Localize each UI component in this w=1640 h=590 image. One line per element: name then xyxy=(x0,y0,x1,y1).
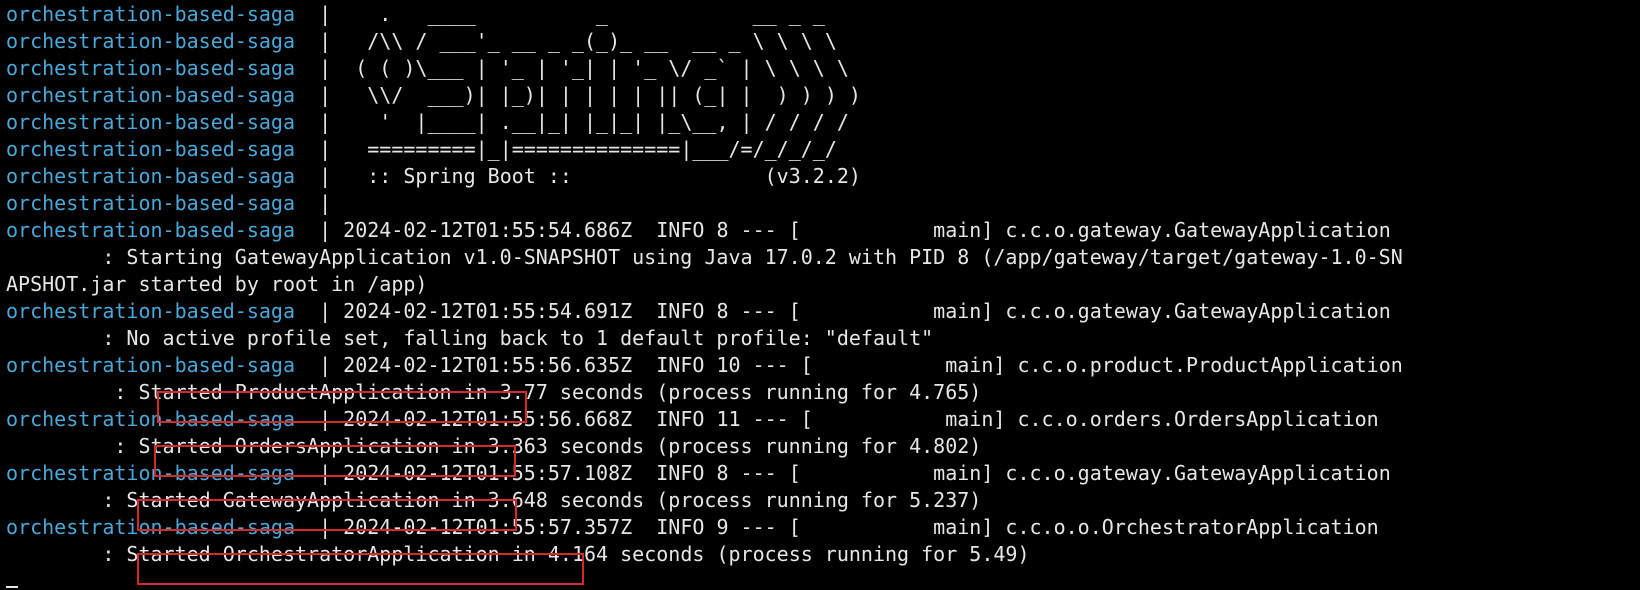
banner-line: orchestration-based-saga | \\/ ___)| |_)… xyxy=(6,81,861,109)
container-prefix: orchestration-based-saga xyxy=(6,407,295,431)
log-header: 2024-02-12T01:55:54.691Z INFO 8 --- [ ma… xyxy=(343,299,1391,323)
log-header: 2024-02-12T01:55:56.635Z INFO 10 --- [ m… xyxy=(343,353,1403,377)
log-message: : No active profile set, falling back to… xyxy=(6,326,934,350)
log-header: 2024-02-12T01:55:57.357Z INFO 9 --- [ ma… xyxy=(343,515,1379,539)
log-separator: | xyxy=(319,110,332,134)
container-prefix: orchestration-based-saga xyxy=(6,461,295,485)
banner-text: ( ( )\___ | '_ | '_| | '_ \/ _` | \ \ \ … xyxy=(343,56,849,80)
started-message: Started ProductApplication xyxy=(138,380,452,404)
container-prefix: orchestration-based-saga xyxy=(6,515,295,539)
banner-text: . ____ _ __ _ _ xyxy=(343,2,825,26)
message-prefix: : xyxy=(6,434,139,458)
container-prefix: orchestration-based-saga xyxy=(6,353,295,377)
log-separator: | xyxy=(319,515,332,539)
log-entry: orchestration-based-saga | 2024-02-12T01… xyxy=(6,459,1391,487)
log-separator: | xyxy=(319,191,332,215)
container-prefix: orchestration-based-saga xyxy=(6,299,295,323)
container-prefix: orchestration-based-saga xyxy=(6,2,295,26)
log-message: : Starting GatewayApplication v1.0-SNAPS… xyxy=(6,245,1403,269)
banner-line: orchestration-based-saga | . ____ _ __ _… xyxy=(6,0,825,28)
log-message: : Started OrchestratorApplication in 4.1… xyxy=(6,540,1030,568)
container-prefix: orchestration-based-saga xyxy=(6,137,295,161)
banner-line: orchestration-based-saga | ( ( )\___ | '… xyxy=(6,54,849,82)
banner-text: /\\ / ___'_ __ _ _(_)_ __ __ _ \ \ \ \ xyxy=(343,29,837,53)
container-prefix: orchestration-based-saga xyxy=(6,29,295,53)
log-entry: orchestration-based-saga | 2024-02-12T01… xyxy=(6,405,1379,433)
log-separator: | xyxy=(319,2,332,26)
terminal-cursor xyxy=(6,586,18,588)
container-prefix: orchestration-based-saga xyxy=(6,110,295,134)
log-message: APSHOT.jar started by root in /app) xyxy=(6,272,428,296)
log-separator: | xyxy=(319,218,332,242)
started-message: Started GatewayApplication xyxy=(126,488,440,512)
banner-text: =========|_|==============|___/=/_/_/_/ xyxy=(343,137,837,161)
log-separator: | xyxy=(319,407,332,431)
log-separator: | xyxy=(319,29,332,53)
log-separator: | xyxy=(319,83,332,107)
container-prefix: orchestration-based-saga xyxy=(6,56,295,80)
startup-timing: in 4.164 seconds (process running for 5.… xyxy=(499,542,1030,566)
message-prefix: : xyxy=(6,488,127,512)
log-separator: | xyxy=(319,56,332,80)
log-entry: orchestration-based-saga | 2024-02-12T01… xyxy=(6,297,1391,325)
message-prefix: : xyxy=(6,542,127,566)
banner-text: :: Spring Boot :: (v3.2.2) xyxy=(343,164,861,188)
log-header: 2024-02-12T01:55:54.686Z INFO 8 --- [ ma… xyxy=(343,218,1391,242)
started-message: Started OrchestratorApplication xyxy=(126,542,500,566)
banner-line: orchestration-based-saga | xyxy=(6,189,331,217)
log-separator: | xyxy=(319,353,332,377)
terminal-window[interactable]: orchestration-based-saga | . ____ _ __ _… xyxy=(0,0,1640,590)
startup-timing: in 3.648 seconds (process running for 5.… xyxy=(439,488,982,512)
log-header: 2024-02-12T01:55:57.108Z INFO 8 --- [ ma… xyxy=(343,461,1391,485)
log-entry: orchestration-based-saga | 2024-02-12T01… xyxy=(6,216,1391,244)
log-entry: orchestration-based-saga | 2024-02-12T01… xyxy=(6,351,1403,379)
banner-text: \\/ ___)| |_)| | | | | || (_| | ) ) ) ) xyxy=(343,83,861,107)
log-message: : Started ProductApplication in 3.77 sec… xyxy=(6,378,981,406)
log-separator: | xyxy=(319,164,332,188)
log-header: 2024-02-12T01:55:56.668Z INFO 11 --- [ m… xyxy=(343,407,1379,431)
log-separator: | xyxy=(319,461,332,485)
banner-line: orchestration-based-saga | ' |____| .__|… xyxy=(6,108,849,136)
message-prefix: : xyxy=(6,380,139,404)
banner-line: orchestration-based-saga | :: Spring Boo… xyxy=(6,162,861,190)
startup-timing: in 3.77 seconds (process running for 4.7… xyxy=(451,380,982,404)
startup-timing: in 3.363 seconds (process running for 4.… xyxy=(439,434,982,458)
container-prefix: orchestration-based-saga xyxy=(6,191,295,215)
banner-line: orchestration-based-saga | =========|_|=… xyxy=(6,135,837,163)
log-separator: | xyxy=(319,299,332,323)
log-message: : Started OrdersApplication in 3.363 sec… xyxy=(6,432,981,460)
container-prefix: orchestration-based-saga xyxy=(6,218,295,242)
banner-text: ' |____| .__|_| |_|_| |_\__, | / / / / xyxy=(343,110,849,134)
container-prefix: orchestration-based-saga xyxy=(6,83,295,107)
container-prefix: orchestration-based-saga xyxy=(6,164,295,188)
banner-line: orchestration-based-saga | /\\ / ___'_ _… xyxy=(6,27,837,55)
log-entry: orchestration-based-saga | 2024-02-12T01… xyxy=(6,513,1379,541)
started-message: Started OrdersApplication xyxy=(138,434,440,458)
log-separator: | xyxy=(319,137,332,161)
log-message: : Started GatewayApplication in 3.648 se… xyxy=(6,486,981,514)
